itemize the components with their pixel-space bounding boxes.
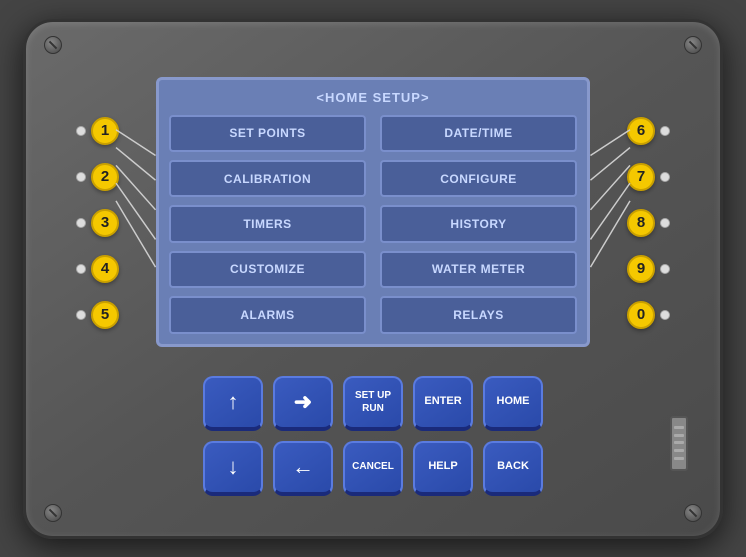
enter-button[interactable]: ENTER (413, 376, 473, 431)
menu-timers[interactable]: TIMERS (169, 205, 366, 242)
left-btn-1-group[interactable]: 1 (76, 117, 119, 145)
left-side-buttons: 1 2 3 4 5 (76, 117, 119, 329)
left-dot-5 (76, 310, 86, 320)
usb-line-4 (674, 449, 684, 452)
usb-line-2 (674, 434, 684, 437)
left-btn-2-group[interactable]: 2 (76, 163, 119, 191)
right-label-7[interactable]: 7 (627, 163, 655, 191)
left-label-1[interactable]: 1 (91, 117, 119, 145)
menu-water-meter[interactable]: WATER METER (380, 251, 577, 288)
menu-set-points[interactable]: SET POINTS (169, 115, 366, 152)
keypad: ↑ ➜ SET UPRUN ENTER HOME ↓ ← CANCEL HELP… (203, 376, 543, 496)
left-dot-2 (76, 172, 86, 182)
usb-line-1 (674, 426, 684, 429)
right-label-8[interactable]: 8 (627, 209, 655, 237)
menu-history[interactable]: HISTORY (380, 205, 577, 242)
back-button[interactable]: BACK (483, 441, 543, 496)
menu-grid: SET POINTS DATE/TIME CALIBRATION CONFIGU… (169, 115, 577, 334)
right-side-buttons: 6 7 8 9 0 (627, 117, 670, 329)
left-label-4[interactable]: 4 (91, 255, 119, 283)
left-btn-5-group[interactable]: 5 (76, 301, 119, 329)
menu-calibration[interactable]: CALIBRATION (169, 160, 366, 197)
display-screen: <HOME SETUP> SET POINTS DATE/TIME CALIBR… (156, 77, 590, 347)
menu-customize[interactable]: CUSTOMIZE (169, 251, 366, 288)
keypad-row-2: ↓ ← CANCEL HELP BACK (203, 441, 543, 496)
left-label-2[interactable]: 2 (91, 163, 119, 191)
screen-title: <HOME SETUP> (316, 90, 429, 105)
right-btn-8-group[interactable]: 8 (627, 209, 670, 237)
right-button[interactable]: ➜ (273, 376, 333, 431)
screw-tr (684, 36, 702, 54)
screw-br (684, 504, 702, 522)
down-button[interactable]: ↓ (203, 441, 263, 496)
usb-port (670, 416, 688, 471)
left-dot-3 (76, 218, 86, 228)
left-btn-3-group[interactable]: 3 (76, 209, 119, 237)
right-btn-6-group[interactable]: 6 (627, 117, 670, 145)
device-body: 1 2 3 4 5 6 7 8 (23, 19, 723, 539)
left-dot-1 (76, 126, 86, 136)
right-label-0[interactable]: 0 (627, 301, 655, 329)
menu-configure[interactable]: CONFIGURE (380, 160, 577, 197)
right-label-6[interactable]: 6 (627, 117, 655, 145)
left-button[interactable]: ← (273, 441, 333, 496)
keypad-row-1: ↑ ➜ SET UPRUN ENTER HOME (203, 376, 543, 431)
right-dot-0 (660, 310, 670, 320)
menu-date-time[interactable]: DATE/TIME (380, 115, 577, 152)
right-dot-9 (660, 264, 670, 274)
menu-relays[interactable]: RELAYS (380, 296, 577, 333)
left-label-3[interactable]: 3 (91, 209, 119, 237)
screw-bl (44, 504, 62, 522)
right-btn-9-group[interactable]: 9 (627, 255, 670, 283)
usb-line-5 (674, 457, 684, 460)
usb-line-3 (674, 441, 684, 444)
screw-tl (44, 36, 62, 54)
menu-alarms[interactable]: ALARMS (169, 296, 366, 333)
right-btn-7-group[interactable]: 7 (627, 163, 670, 191)
home-button[interactable]: HOME (483, 376, 543, 431)
left-dot-4 (76, 264, 86, 274)
right-label-9[interactable]: 9 (627, 255, 655, 283)
right-dot-8 (660, 218, 670, 228)
cancel-button[interactable]: CANCEL (343, 441, 403, 496)
setup-run-button[interactable]: SET UPRUN (343, 376, 403, 431)
right-dot-6 (660, 126, 670, 136)
left-btn-4-group[interactable]: 4 (76, 255, 119, 283)
right-dot-7 (660, 172, 670, 182)
help-button[interactable]: HELP (413, 441, 473, 496)
left-label-5[interactable]: 5 (91, 301, 119, 329)
right-btn-0-group[interactable]: 0 (627, 301, 670, 329)
up-button[interactable]: ↑ (203, 376, 263, 431)
